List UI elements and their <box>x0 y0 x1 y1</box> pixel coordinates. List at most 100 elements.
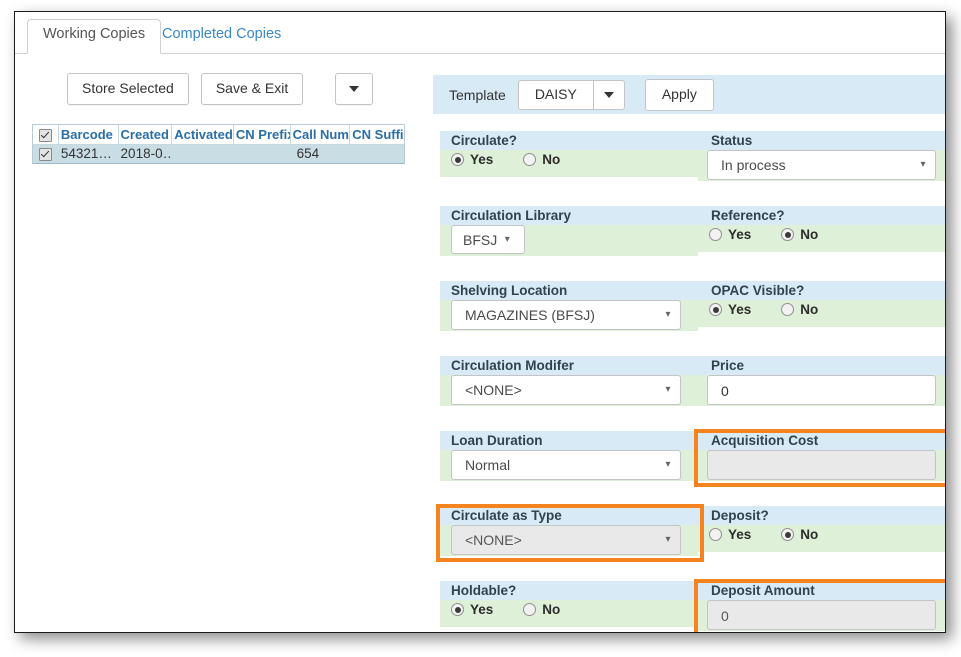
circulate-as-type-select[interactable]: <NONE> ▾ <box>451 525 681 555</box>
holdable-radio-group: Yes No <box>451 602 560 617</box>
radio-unselected-icon <box>523 603 537 616</box>
holdable-yes-label: Yes <box>470 602 494 617</box>
row5-left-body: Normal ▾ <box>440 450 698 481</box>
label-circulate-as-type: Circulate as Type <box>451 508 562 523</box>
grid-header-row: Barcode Created Activated CN Prefix Call… <box>33 125 404 145</box>
row-select-checkbox[interactable] <box>39 147 53 161</box>
row4-right-body: 0 <box>698 375 945 406</box>
label-circulate: Circulate? <box>451 133 518 148</box>
column-header-cn-suffix[interactable]: CN Suffix <box>350 125 404 144</box>
column-header-barcode[interactable]: Barcode <box>59 125 119 144</box>
cell-cn-suffix <box>350 145 404 163</box>
label-price: Price <box>711 358 745 373</box>
column-header-call-num[interactable]: Call Num <box>291 125 351 144</box>
status-select[interactable]: In process ▾ <box>707 150 936 180</box>
label-deposit: Deposit? <box>711 508 769 523</box>
tab-strip: Working Copies Completed Copies <box>15 12 945 54</box>
row1-left-body: Yes No <box>440 150 698 177</box>
template-select[interactable]: DAISY <box>517 79 625 110</box>
more-actions-button[interactable] <box>335 73 374 105</box>
form-row-modifier-price: Circulation Modifer Price <NONE> ▾ 0 <box>433 356 945 406</box>
radio-selected-icon <box>451 603 464 616</box>
radio-unselected-icon <box>781 303 795 316</box>
price-input[interactable]: 0 <box>707 375 936 405</box>
reference-yes-option[interactable]: Yes <box>709 227 751 242</box>
row6-left-body: <NONE> ▾ <box>440 525 698 556</box>
label-circulation-modifier: Circulation Modifer <box>451 358 575 373</box>
reference-yes-label: Yes <box>728 227 752 242</box>
table-row[interactable]: 54321… 2018-0… 654 <box>33 145 404 163</box>
holdable-yes-option[interactable]: Yes <box>451 602 493 617</box>
radio-selected-icon <box>781 528 795 541</box>
radio-selected-icon <box>781 228 795 241</box>
circulate-yes-label: Yes <box>470 152 494 167</box>
acquisition-cost-input[interactable] <box>707 450 936 480</box>
shelving-location-value: MAGAZINES (BFSJ) <box>465 307 595 323</box>
apply-template-button[interactable]: Apply <box>644 78 714 111</box>
row3-left-body: MAGAZINES (BFSJ) ▾ <box>440 300 698 331</box>
cell-activated <box>172 145 234 163</box>
row7-left-body: Yes No <box>440 600 698 627</box>
select-all-checkbox[interactable] <box>38 129 52 143</box>
circulation-modifier-select[interactable]: <NONE> ▾ <box>451 375 681 405</box>
circulate-as-type-value: <NONE> <box>465 532 522 548</box>
chevron-down-icon: ▾ <box>665 534 671 545</box>
column-header-cn-prefix[interactable]: CN Prefix <box>234 125 291 144</box>
opac-visible-yes-option[interactable]: Yes <box>709 302 751 317</box>
circulation-library-value: BFSJ <box>463 231 498 248</box>
label-deposit-amount: Deposit Amount <box>711 583 815 598</box>
deposit-yes-option[interactable]: Yes <box>709 527 751 542</box>
tab-working-copies-label: Working Copies <box>43 26 146 42</box>
tab-working-copies[interactable]: Working Copies <box>27 19 162 54</box>
opac-visible-no-option[interactable]: No <box>781 302 818 317</box>
label-acquisition-cost: Acquisition Cost <box>711 433 819 448</box>
chevron-down-icon: ▾ <box>665 459 671 470</box>
loan-duration-select[interactable]: Normal ▾ <box>451 450 681 480</box>
holdable-no-option[interactable]: No <box>523 602 560 617</box>
shelving-location-select[interactable]: MAGAZINES (BFSJ) ▾ <box>451 300 681 330</box>
row5-right-body <box>698 450 945 481</box>
screenshot-root: Working Copies Completed Copies Store Se… <box>0 0 961 657</box>
chevron-down-icon: ▾ <box>920 159 926 170</box>
circulate-no-label: No <box>542 152 561 167</box>
radio-selected-icon <box>451 153 464 166</box>
row3-right-body: Yes No <box>698 300 945 327</box>
loan-duration-value: Normal <box>465 457 511 473</box>
reference-no-option[interactable]: No <box>781 227 818 242</box>
chevron-down-icon: ▾ <box>504 233 510 245</box>
reference-radio-group: Yes No <box>709 227 818 242</box>
label-status: Status <box>711 133 753 148</box>
radio-unselected-icon <box>709 528 722 541</box>
circulate-yes-option[interactable]: Yes <box>451 152 493 167</box>
circulate-no-option[interactable]: No <box>523 152 560 167</box>
template-dropdown-button[interactable] <box>592 79 625 110</box>
label-circulation-library: Circulation Library <box>451 208 572 223</box>
template-selected-value: DAISY <box>517 79 593 110</box>
circulation-library-select[interactable]: BFSJ ▾ <box>451 225 526 254</box>
template-bar: Template DAISY Apply <box>433 75 945 114</box>
save-and-exit-button[interactable]: Save & Exit <box>200 73 304 105</box>
tab-completed-copies-label: Completed Copies <box>162 26 282 42</box>
deposit-yes-label: Yes <box>728 527 752 542</box>
form-row-loan-acquisition: Loan Duration Acquisition Cost Normal ▾ <box>433 431 945 481</box>
row1-right-body: In process ▾ <box>698 150 945 181</box>
grid-select-all-cell <box>33 125 59 144</box>
column-header-created[interactable]: Created <box>119 125 173 144</box>
column-header-activated[interactable]: Activated <box>172 125 234 144</box>
form-row-library-reference: Circulation Library Reference? BFSJ ▾ Ye… <box>433 206 945 256</box>
template-label: Template <box>449 86 506 103</box>
row4-left-body: <NONE> ▾ <box>440 375 698 406</box>
working-copies-pane: Store Selected Save & Exit Barcode Creat… <box>15 54 433 632</box>
tab-completed-copies[interactable]: Completed Copies <box>146 19 297 54</box>
cell-cn-prefix <box>234 145 291 163</box>
form-row-circulate-type-deposit: Circulate as Type Deposit? <NONE> ▾ Yes <box>433 506 945 556</box>
row6-right-body: Yes No <box>698 525 945 552</box>
deposit-amount-input[interactable]: 0 <box>707 600 936 630</box>
store-selected-button[interactable]: Store Selected <box>67 73 189 105</box>
deposit-no-option[interactable]: No <box>781 527 818 542</box>
row-select-cell <box>33 145 59 163</box>
opac-visible-radio-group: Yes No <box>709 302 818 317</box>
copy-editor-window: Working Copies Completed Copies Store Se… <box>14 11 946 633</box>
row2-right-body: Yes No <box>698 225 945 252</box>
copy-attributes-form: Template DAISY Apply Circulate? Status Y… <box>433 54 945 632</box>
